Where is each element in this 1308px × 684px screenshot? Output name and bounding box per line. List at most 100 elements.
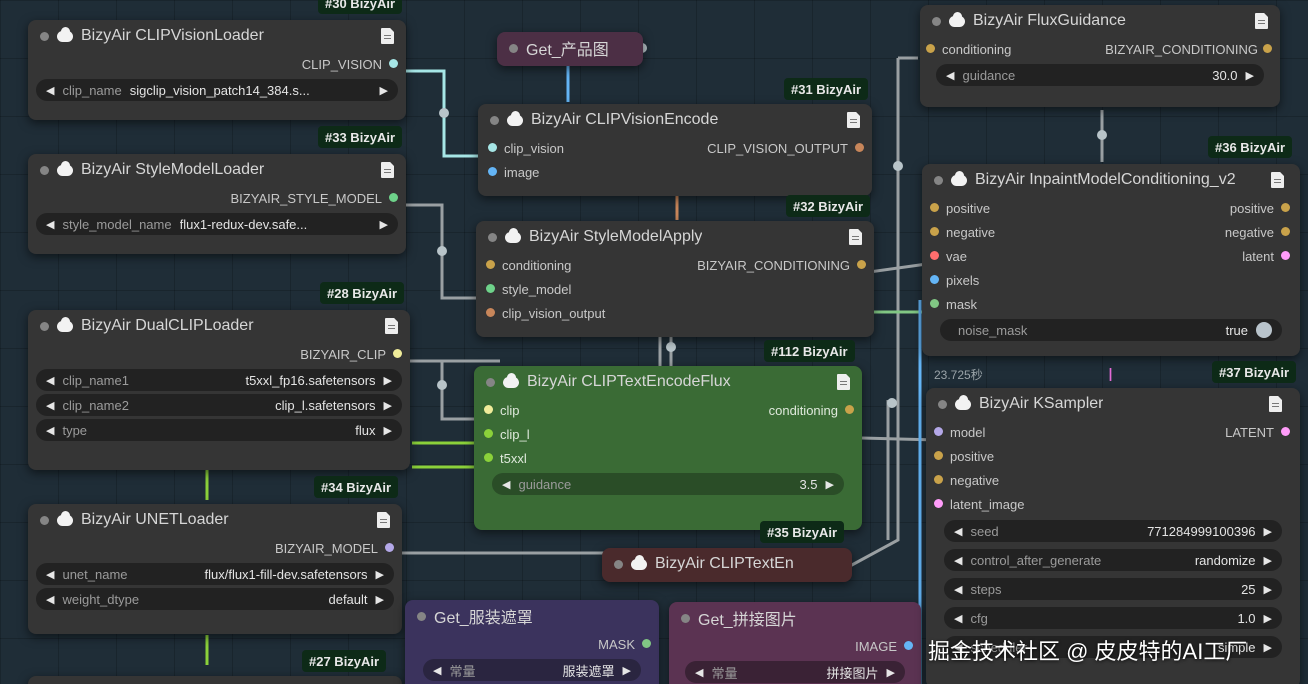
collapse-dot-icon[interactable] <box>417 611 426 621</box>
input-slot-dot[interactable] <box>934 475 943 484</box>
collapse-dot-icon[interactable] <box>486 377 495 387</box>
dual-clip-loader-node[interactable]: BizyAir DualCLIPLoader BIZYAIR_CLIP ◀ cl… <box>28 310 410 470</box>
decrement-arrow-icon[interactable]: ◀ <box>502 478 510 491</box>
clip-text-encode-flux-node[interactable]: BizyAir CLIPTextEncodeFlux clip conditio… <box>474 366 862 530</box>
unet-loader-node[interactable]: BizyAir UNETLoader BIZYAIR_MODEL ◀ unet_… <box>28 504 402 634</box>
increment-arrow-icon[interactable]: ▶ <box>376 568 384 581</box>
output-slot-dot[interactable] <box>845 405 854 414</box>
output-slot-dot[interactable] <box>1281 251 1290 260</box>
output-slot-dot[interactable] <box>855 143 864 152</box>
toggle-knob-icon[interactable] <box>1256 322 1272 338</box>
node-header[interactable]: BizyAir DualCLIPLoader <box>28 310 410 342</box>
node-header[interactable]: BizyAir InpaintModelConditioning_v2 <box>922 164 1300 196</box>
increment-arrow-icon[interactable]: ▶ <box>1246 69 1254 82</box>
collapse-dot-icon[interactable] <box>488 232 497 242</box>
output-slot-dot[interactable] <box>1281 203 1290 212</box>
noise-mask-toggle[interactable]: noise_mask true <box>940 319 1282 341</box>
collapse-dot-icon[interactable] <box>681 613 690 623</box>
decrement-arrow-icon[interactable]: ◀ <box>46 593 54 606</box>
decrement-arrow-icon[interactable]: ◀ <box>695 666 703 679</box>
decrement-arrow-icon[interactable]: ◀ <box>46 424 54 437</box>
clip-vision-loader-node[interactable]: BizyAir CLIPVisionLoader CLIP_VISION ◀ c… <box>28 20 406 120</box>
style-model-name-combo[interactable]: ◀ style_model_name flux1-redux-dev.safe.… <box>36 213 398 235</box>
output-slot-dot[interactable] <box>904 641 913 650</box>
style-model-apply-node[interactable]: BizyAir StyleModelApply conditioning BIZ… <box>476 221 874 337</box>
collapse-dot-icon[interactable] <box>40 165 49 175</box>
document-icon[interactable] <box>837 374 850 390</box>
input-slot-dot[interactable] <box>484 405 493 414</box>
input-slot-dot[interactable] <box>488 143 497 152</box>
decrement-arrow-icon[interactable]: ◀ <box>954 612 962 625</box>
clip-vision-encode-node[interactable]: BizyAir CLIPVisionEncode clip_vision CLI… <box>478 104 872 196</box>
steps-number-widget[interactable]: ◀ steps 25 ▶ <box>944 578 1282 600</box>
node-header[interactable]: Get_产品图 <box>497 32 643 64</box>
increment-arrow-icon[interactable]: ▶ <box>384 374 392 387</box>
collapse-dot-icon[interactable] <box>934 175 943 185</box>
output-slot-dot[interactable] <box>389 59 398 68</box>
get-stitched-image-node[interactable]: Get_拼接图片 IMAGE ◀ 常量 拼接图片 ▶ <box>669 602 921 684</box>
constant-combo[interactable]: ◀ 常量 服装遮罩 ▶ <box>423 659 641 681</box>
decrement-arrow-icon[interactable]: ◀ <box>46 218 54 231</box>
collapse-dot-icon[interactable] <box>40 321 49 331</box>
increment-arrow-icon[interactable]: ▶ <box>380 84 388 97</box>
node-header[interactable]: Get_服装遮罩 <box>405 600 659 632</box>
input-slot-dot[interactable] <box>484 429 493 438</box>
document-icon[interactable] <box>849 229 862 245</box>
output-slot-dot[interactable] <box>1263 44 1272 53</box>
increment-arrow-icon[interactable]: ▶ <box>384 424 392 437</box>
decrement-arrow-icon[interactable]: ◀ <box>433 664 441 677</box>
node-header[interactable]: BizyAir StyleModelLoader <box>28 154 406 186</box>
increment-arrow-icon[interactable]: ▶ <box>1264 583 1272 596</box>
collapse-dot-icon[interactable] <box>932 16 941 26</box>
input-slot-dot[interactable] <box>934 427 943 436</box>
document-icon[interactable] <box>381 162 394 178</box>
constant-combo[interactable]: ◀ 常量 拼接图片 ▶ <box>685 661 905 683</box>
node-header[interactable]: BizyAir UNETLoader <box>28 504 402 536</box>
node-header[interactable]: BizyAir CLIPVisionLoader <box>28 20 406 52</box>
increment-arrow-icon[interactable]: ▶ <box>1264 641 1272 654</box>
collapse-dot-icon[interactable] <box>490 115 499 125</box>
collapse-dot-icon[interactable] <box>509 43 518 53</box>
input-slot-dot[interactable] <box>930 203 939 212</box>
decrement-arrow-icon[interactable]: ◀ <box>954 583 962 596</box>
collapse-dot-icon[interactable] <box>938 399 947 409</box>
document-icon[interactable] <box>381 28 394 44</box>
output-slot-dot[interactable] <box>389 193 398 202</box>
input-slot-dot[interactable] <box>486 308 495 317</box>
clip-text-encode-node[interactable]: BizyAir CLIPTextEn <box>602 548 852 582</box>
input-slot-dot[interactable] <box>934 451 943 460</box>
document-icon[interactable] <box>385 318 398 334</box>
document-icon[interactable] <box>377 512 390 528</box>
partial-node[interactable] <box>28 676 402 684</box>
unet-name-combo[interactable]: ◀ unet_name flux/flux1-fill-dev.safetens… <box>36 563 394 585</box>
get-clothing-mask-node[interactable]: Get_服装遮罩 MASK ◀ 常量 服装遮罩 ▶ <box>405 600 659 684</box>
clip-name1-combo[interactable]: ◀ clip_name1 t5xxl_fp16.safetensors ▶ <box>36 369 402 391</box>
output-slot-dot[interactable] <box>393 349 402 358</box>
seed-number-widget[interactable]: ◀ seed 771284999100396 ▶ <box>944 520 1282 542</box>
output-slot-dot[interactable] <box>857 260 866 269</box>
clip-name2-combo[interactable]: ◀ clip_name2 clip_l.safetensors ▶ <box>36 394 402 416</box>
style-model-loader-node[interactable]: BizyAir StyleModelLoader BIZYAIR_STYLE_M… <box>28 154 406 254</box>
output-slot-dot[interactable] <box>1281 227 1290 236</box>
type-combo[interactable]: ◀ type flux ▶ <box>36 419 402 441</box>
increment-arrow-icon[interactable]: ▶ <box>623 664 631 677</box>
collapse-dot-icon[interactable] <box>40 515 49 525</box>
document-icon[interactable] <box>847 112 860 128</box>
decrement-arrow-icon[interactable]: ◀ <box>46 568 54 581</box>
decrement-arrow-icon[interactable]: ◀ <box>954 554 962 567</box>
document-icon[interactable] <box>1271 172 1284 188</box>
control-after-generate-combo[interactable]: ◀ control_after_generate randomize ▶ <box>944 549 1282 571</box>
increment-arrow-icon[interactable]: ▶ <box>376 593 384 606</box>
increment-arrow-icon[interactable]: ▶ <box>826 478 834 491</box>
node-header[interactable]: BizyAir StyleModelApply <box>476 221 874 253</box>
decrement-arrow-icon[interactable]: ◀ <box>946 69 954 82</box>
input-slot-dot[interactable] <box>930 299 939 308</box>
node-header[interactable]: Get_拼接图片 <box>669 602 921 634</box>
node-header[interactable]: BizyAir FluxGuidance <box>920 5 1280 37</box>
node-header[interactable]: BizyAir CLIPTextEn <box>602 548 852 580</box>
decrement-arrow-icon[interactable]: ◀ <box>46 84 54 97</box>
output-slot-dot[interactable] <box>385 543 394 552</box>
increment-arrow-icon[interactable]: ▶ <box>384 399 392 412</box>
increment-arrow-icon[interactable]: ▶ <box>1264 612 1272 625</box>
input-slot-dot[interactable] <box>486 260 495 269</box>
